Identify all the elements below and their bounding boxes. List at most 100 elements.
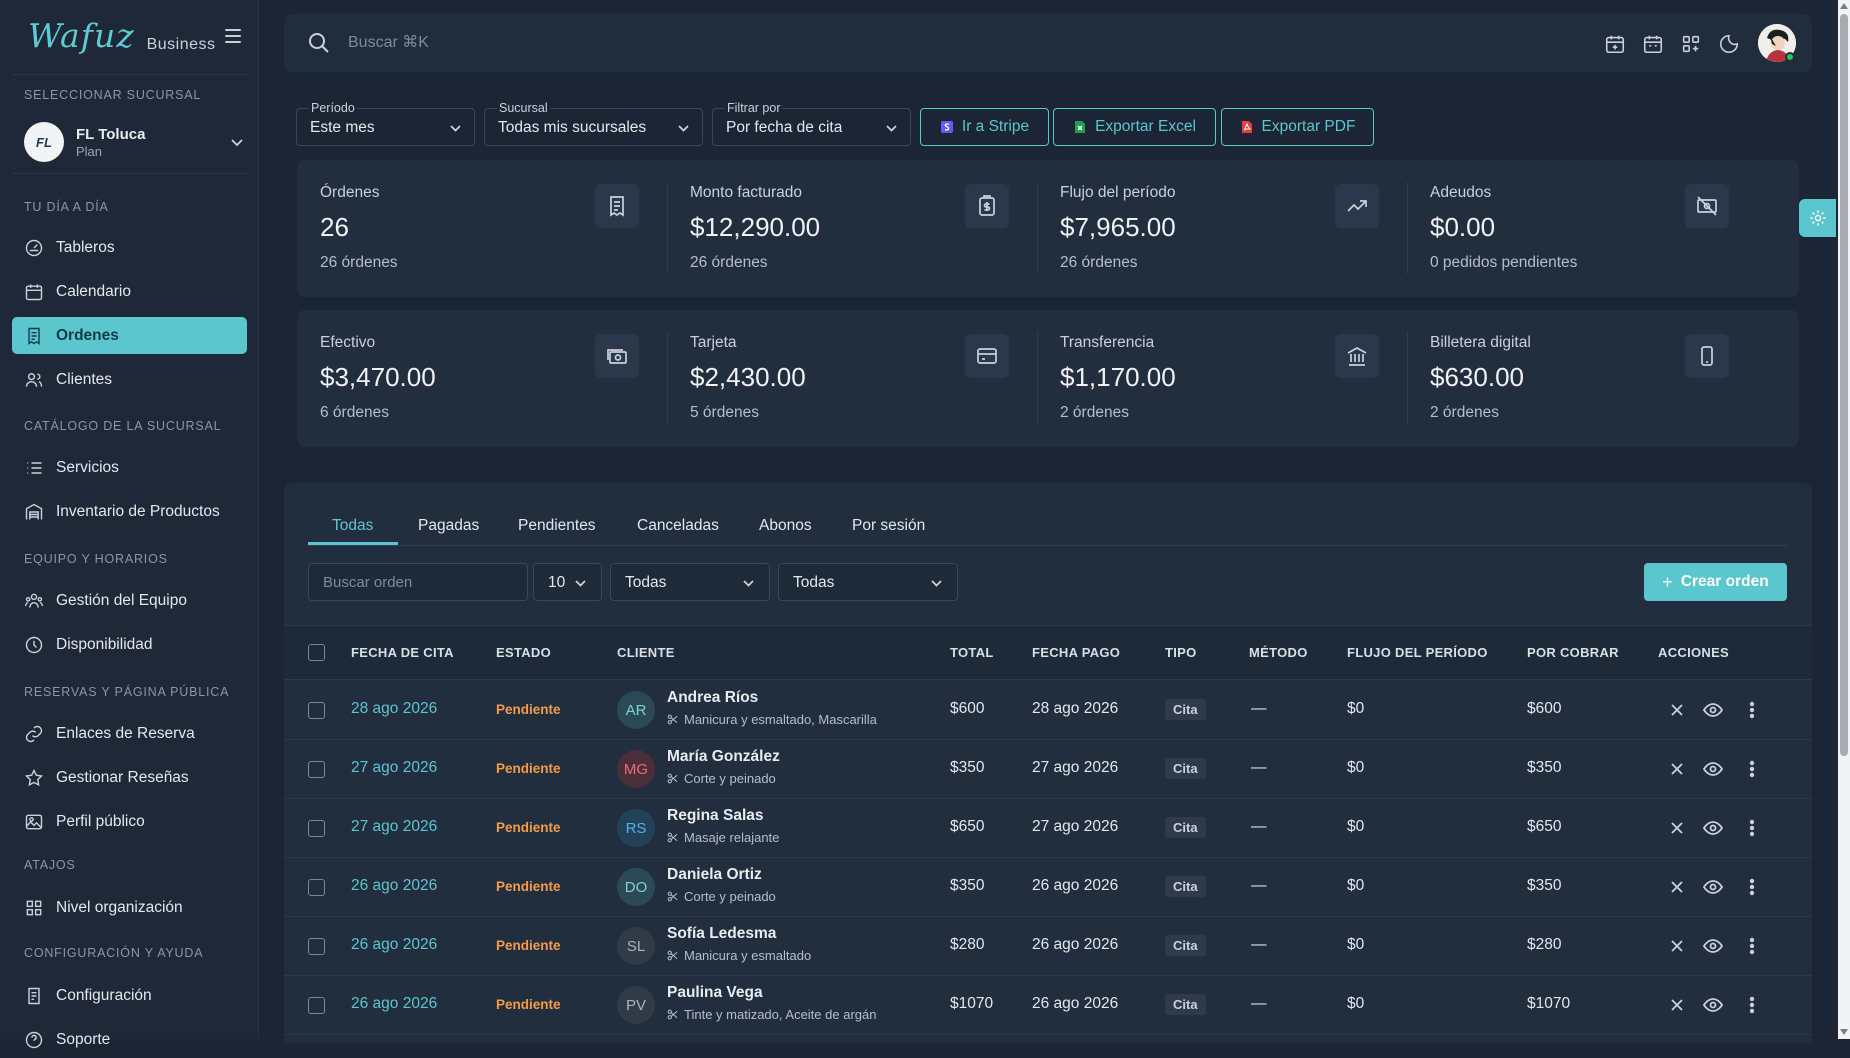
cancel-order-button[interactable] bbox=[1668, 819, 1686, 837]
client-name[interactable]: Andrea Ríos bbox=[667, 689, 758, 707]
apps-grid-icon[interactable] bbox=[1680, 33, 1702, 55]
more-options-button[interactable] bbox=[1743, 701, 1761, 719]
scrollbar[interactable] bbox=[1838, 0, 1850, 1039]
select-all-checkbox[interactable] bbox=[308, 644, 325, 661]
more-vertical-icon bbox=[1749, 760, 1755, 778]
sidebar-item-disponibilidad[interactable]: Disponibilidad bbox=[12, 626, 247, 663]
services-text: Manicura y esmaltado, Mascarilla bbox=[684, 712, 877, 727]
settings-fab[interactable] bbox=[1799, 199, 1836, 237]
sidebar-item-gestionar-resenas[interactable]: Gestionar Reseñas bbox=[12, 759, 247, 796]
row-checkbox[interactable] bbox=[308, 997, 325, 1014]
tab-2[interactable]: Pendientes bbox=[518, 517, 596, 535]
tab-3[interactable]: Canceladas bbox=[637, 517, 719, 535]
tab-1[interactable]: Pagadas bbox=[418, 517, 479, 535]
sidebar-item-clientes[interactable]: Clientes bbox=[12, 361, 247, 398]
view-order-button[interactable] bbox=[1703, 760, 1723, 778]
view-order-button[interactable] bbox=[1703, 701, 1723, 719]
order-search-input[interactable] bbox=[323, 574, 503, 591]
sidebar-item-label: Clientes bbox=[56, 370, 112, 388]
sidebar-item-calendario[interactable]: Calendario bbox=[12, 273, 247, 310]
row-checkbox[interactable] bbox=[308, 702, 325, 719]
branch-select[interactable]: Sucursal Todas mis sucursales bbox=[484, 101, 703, 146]
cancel-order-button[interactable] bbox=[1668, 760, 1686, 778]
grid-icon bbox=[26, 900, 42, 915]
calendar-icon[interactable] bbox=[1642, 33, 1664, 55]
client-avatar: SL bbox=[617, 927, 655, 965]
cancel-order-button[interactable] bbox=[1668, 701, 1686, 719]
menu-toggle-icon[interactable] bbox=[225, 29, 241, 43]
filter-by-select[interactable]: Filtrar por Por fecha de cita bbox=[712, 101, 911, 146]
stat-icon-box bbox=[965, 184, 1009, 228]
global-search-input[interactable] bbox=[348, 31, 648, 55]
client-name[interactable]: Regina Salas bbox=[667, 807, 764, 825]
view-order-button[interactable] bbox=[1703, 996, 1723, 1014]
client-name[interactable]: Sofía Ledesma bbox=[667, 925, 776, 943]
scroll-thumb[interactable] bbox=[1840, 14, 1848, 756]
more-options-button[interactable] bbox=[1743, 937, 1761, 955]
tab-0[interactable]: Todas bbox=[332, 517, 373, 535]
view-order-button[interactable] bbox=[1703, 937, 1723, 955]
period-select[interactable]: Período Este mes bbox=[296, 101, 475, 146]
appointment-date-link[interactable]: 26 ago 2026 bbox=[351, 936, 437, 954]
stat-subtext: 26 órdenes bbox=[690, 254, 768, 271]
order-search-field[interactable] bbox=[308, 563, 528, 601]
more-vertical-icon bbox=[1749, 701, 1755, 719]
stat-stats-row2-0: Efectivo $3,470.00 6 órdenes bbox=[297, 310, 667, 447]
client-name[interactable]: María González bbox=[667, 748, 780, 766]
tab-5[interactable]: Por sesión bbox=[852, 517, 925, 535]
row-checkbox[interactable] bbox=[308, 820, 325, 837]
appointment-date-link[interactable]: 26 ago 2026 bbox=[351, 877, 437, 895]
tab-4[interactable]: Abonos bbox=[759, 517, 812, 535]
stat-subtext: 5 órdenes bbox=[690, 404, 759, 421]
scroll-down-arrow[interactable] bbox=[1840, 1029, 1848, 1035]
divider bbox=[308, 545, 1788, 546]
client-name[interactable]: Daniela Ortiz bbox=[667, 866, 762, 884]
scissors-icon bbox=[667, 773, 678, 784]
type-filter-select[interactable]: Todas bbox=[778, 563, 958, 601]
cancel-order-button[interactable] bbox=[1668, 878, 1686, 896]
sidebar-item-tableros[interactable]: Tableros bbox=[12, 229, 247, 266]
more-options-button[interactable] bbox=[1743, 878, 1761, 896]
sidebar-item-nivel-organizacion[interactable]: Nivel organización bbox=[12, 889, 247, 926]
sidebar-item-gestion-del-equipo[interactable]: Gestión del Equipo bbox=[12, 582, 247, 619]
cancel-order-button[interactable] bbox=[1668, 996, 1686, 1014]
sidebar-item-perfil-publico[interactable]: Perfil público bbox=[12, 803, 247, 840]
stripe-button[interactable]: Ir a Stripe bbox=[920, 108, 1049, 146]
branch-selector[interactable]: FL FL Toluca Plan bbox=[24, 122, 250, 162]
more-options-button[interactable] bbox=[1743, 760, 1761, 778]
appointment-date-link[interactable]: 27 ago 2026 bbox=[351, 818, 437, 836]
list-icon bbox=[27, 461, 42, 474]
create-order-button[interactable]: + Crear orden bbox=[1644, 563, 1787, 601]
sidebar-item-enlaces-de-reserva[interactable]: Enlaces de Reserva bbox=[12, 715, 247, 752]
dark-mode-moon-icon[interactable] bbox=[1718, 33, 1740, 55]
sidebar-item-configuracion[interactable]: Configuración bbox=[12, 977, 247, 1014]
row-checkbox[interactable] bbox=[308, 879, 325, 896]
status-filter-select[interactable]: Todas bbox=[610, 563, 770, 601]
sidebar-item-ordenes[interactable]: Ordenes bbox=[12, 317, 247, 354]
sidebar-item-inventario-de-productos[interactable]: Inventario de Productos bbox=[12, 493, 247, 530]
appointment-date-link[interactable]: 27 ago 2026 bbox=[351, 759, 437, 777]
export-pdf-button[interactable]: Exportar PDF bbox=[1221, 108, 1374, 146]
view-order-button[interactable] bbox=[1703, 819, 1723, 837]
page-size-select[interactable]: 10 bbox=[533, 563, 602, 601]
column-header: ESTADO bbox=[496, 645, 552, 660]
more-options-button[interactable] bbox=[1743, 996, 1761, 1014]
sidebar-item-soporte[interactable]: Soporte bbox=[12, 1021, 247, 1058]
more-options-button[interactable] bbox=[1743, 819, 1761, 837]
appointment-date-link[interactable]: 26 ago 2026 bbox=[351, 995, 437, 1013]
view-order-button[interactable] bbox=[1703, 878, 1723, 896]
row-checkbox[interactable] bbox=[308, 761, 325, 778]
row-checkbox[interactable] bbox=[308, 938, 325, 955]
status-badge: Pendiente bbox=[496, 879, 561, 894]
calendar-add-icon[interactable] bbox=[1604, 33, 1626, 55]
appointment-date-link[interactable]: 28 ago 2026 bbox=[351, 700, 437, 718]
scroll-up-arrow[interactable] bbox=[1840, 3, 1848, 9]
payment-method: — bbox=[1251, 759, 1267, 776]
client-name[interactable]: Paulina Vega bbox=[667, 984, 763, 1002]
export-excel-button[interactable]: Exportar Excel bbox=[1053, 108, 1216, 146]
stat-label: Órdenes bbox=[320, 184, 380, 201]
sidebar-item-servicios[interactable]: Servicios bbox=[12, 449, 247, 486]
divider bbox=[667, 332, 668, 424]
cancel-order-button[interactable] bbox=[1668, 937, 1686, 955]
eye-icon bbox=[1703, 821, 1723, 835]
